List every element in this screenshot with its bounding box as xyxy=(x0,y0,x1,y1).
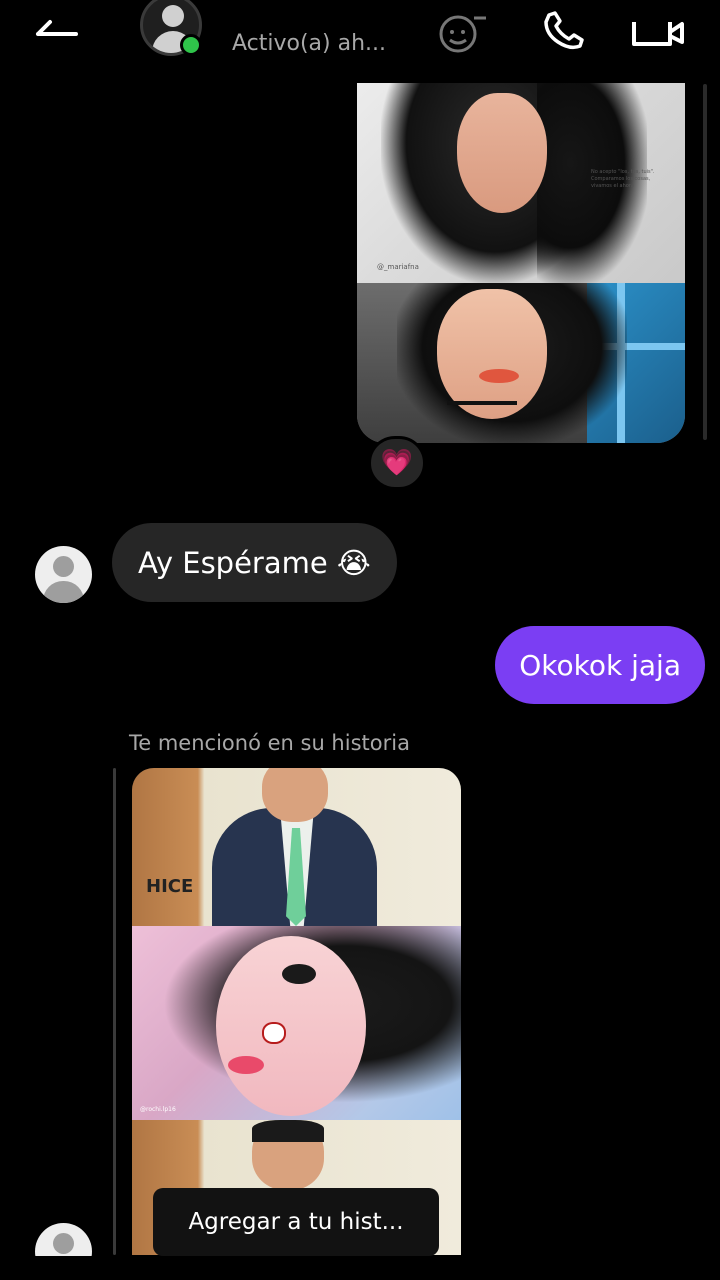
story-photo-2: @rochi.lp16 xyxy=(132,926,461,1120)
online-status-dot xyxy=(180,34,202,56)
story-reply-line xyxy=(113,768,116,1255)
sent-image-message[interactable]: No acepto "los, tus, tuis". Comparamos l… xyxy=(357,83,685,443)
heart-emoji-icon: 💗 xyxy=(380,448,414,478)
phone-icon[interactable] xyxy=(540,8,590,52)
back-arrow-icon[interactable] xyxy=(30,10,80,50)
photo-bottom xyxy=(357,283,685,443)
story-photo-1: HICE xyxy=(132,768,461,926)
received-message-text: Ay Espérame 😭 xyxy=(138,545,371,580)
hello-kitty-sticker-icon xyxy=(262,1022,286,1044)
photo-quote-text: No acepto "los, tus, tuis". Comparamos l… xyxy=(591,169,655,189)
sent-message-text: Okokok jaja xyxy=(519,648,681,682)
profile-avatar[interactable] xyxy=(136,0,208,60)
story-mention-label: Te mencionó en su historia xyxy=(129,731,410,755)
story-tag: @rochi.lp16 xyxy=(140,1106,176,1113)
scrollbar[interactable] xyxy=(703,84,707,440)
bottom-edge xyxy=(0,1256,720,1280)
received-message-bubble[interactable]: Ay Espérame 😭 xyxy=(112,523,397,602)
story-mention-card[interactable]: HICE @rochi.lp16 xyxy=(132,768,461,1255)
active-status: Activo(a) ah... xyxy=(232,31,387,56)
sent-message-bubble[interactable]: Okokok jaja xyxy=(495,626,705,704)
chat-header: Activo(a) ah... xyxy=(0,0,720,80)
heart-reaction[interactable]: 💗 xyxy=(368,436,426,490)
photo-tag: @_mariafna xyxy=(377,263,419,271)
video-icon[interactable] xyxy=(628,6,688,50)
sender-avatar[interactable] xyxy=(35,546,92,603)
add-to-story-button[interactable]: Agregar a tu hist... xyxy=(153,1188,439,1256)
story-word: HICE xyxy=(146,876,194,897)
sticker-icon[interactable] xyxy=(438,10,492,54)
add-to-story-label: Agregar a tu hist... xyxy=(188,1209,404,1235)
photo-top: No acepto "los, tus, tuis". Comparamos l… xyxy=(357,83,685,283)
